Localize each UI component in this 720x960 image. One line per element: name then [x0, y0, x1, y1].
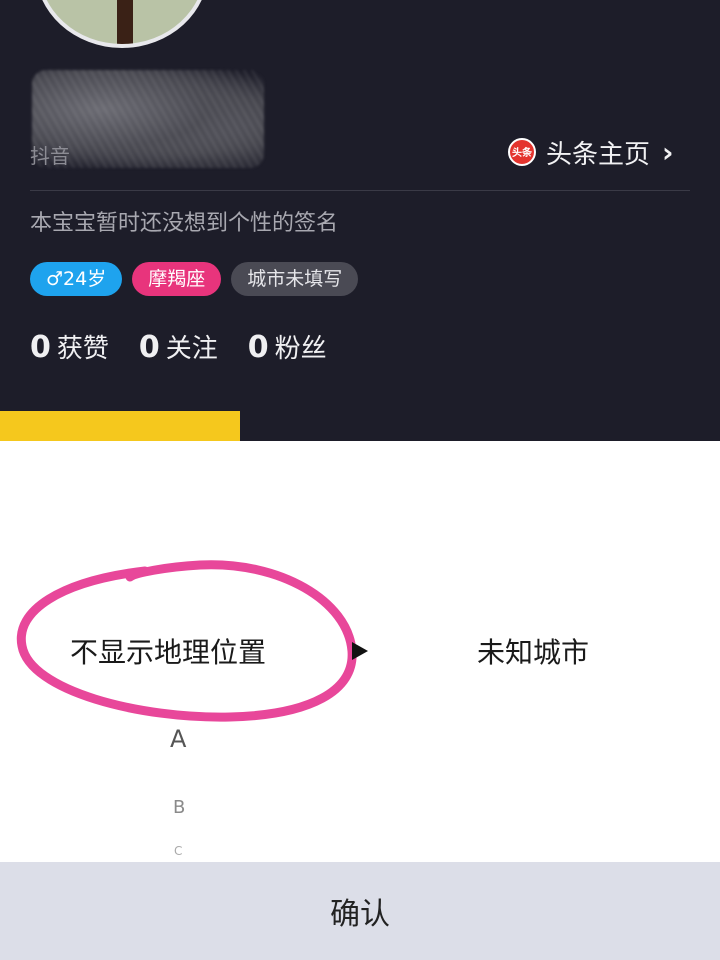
toutiao-logo-icon: 头条 — [508, 138, 536, 166]
picker-index-letter[interactable]: A — [170, 725, 186, 753]
profile-stats: 0 获赞 0 关注 0 粉丝 — [30, 328, 327, 365]
chevron-right-icon: › — [662, 135, 674, 169]
stat-following-count: 0 — [138, 330, 160, 365]
confirm-button[interactable]: 确认 — [0, 862, 720, 960]
picker-index-letter[interactable]: B — [173, 797, 185, 818]
profile-header: 抖音 头条 头条主页 › 本宝宝暂时还没想到个性的签名 ♂24岁 摩羯座 城市未… — [0, 0, 720, 411]
stat-followers[interactable]: 0 粉丝 — [248, 328, 327, 365]
picker-index-letter[interactable]: C — [174, 844, 182, 858]
tab-active-indicator[interactable] — [0, 411, 240, 441]
profile-tags: ♂24岁 摩羯座 城市未填写 — [30, 262, 359, 296]
location-picker-sheet: 不显示地理位置 未知城市 A B C — [0, 441, 720, 862]
stat-following-label: 关注 — [165, 334, 218, 364]
profile-signature: 本宝宝暂时还没想到个性的签名 — [30, 211, 339, 236]
toutiao-homepage-label: 头条主页 — [546, 139, 651, 170]
avatar[interactable] — [35, 0, 209, 48]
stat-likes[interactable]: 0 获赞 — [30, 328, 109, 365]
toutiao-homepage-link[interactable]: 头条 头条主页 › — [508, 134, 674, 170]
picker-selection-arrow-icon — [352, 642, 368, 660]
avatar-photo-detail — [117, 0, 133, 44]
zodiac-tag: 摩羯座 — [132, 262, 222, 296]
picker-option-unknown-city[interactable]: 未知城市 — [477, 631, 589, 671]
app-id-label: 抖音 — [30, 144, 70, 168]
stat-following[interactable]: 0 关注 — [139, 328, 218, 365]
gender-age-tag: ♂24岁 — [30, 262, 123, 296]
divider — [30, 190, 690, 191]
city-tag[interactable]: 城市未填写 — [231, 262, 359, 296]
stat-likes-count: 0 — [30, 330, 51, 365]
stat-likes-label: 获赞 — [56, 334, 109, 364]
picker-option-hide-location[interactable]: 不显示地理位置 — [70, 631, 266, 671]
stat-followers-count: 0 — [247, 330, 269, 365]
screen: 抖音 头条 头条主页 › 本宝宝暂时还没想到个性的签名 ♂24岁 摩羯座 城市未… — [0, 0, 720, 960]
stat-followers-label: 粉丝 — [274, 334, 327, 364]
profile-tab-strip — [0, 411, 720, 441]
